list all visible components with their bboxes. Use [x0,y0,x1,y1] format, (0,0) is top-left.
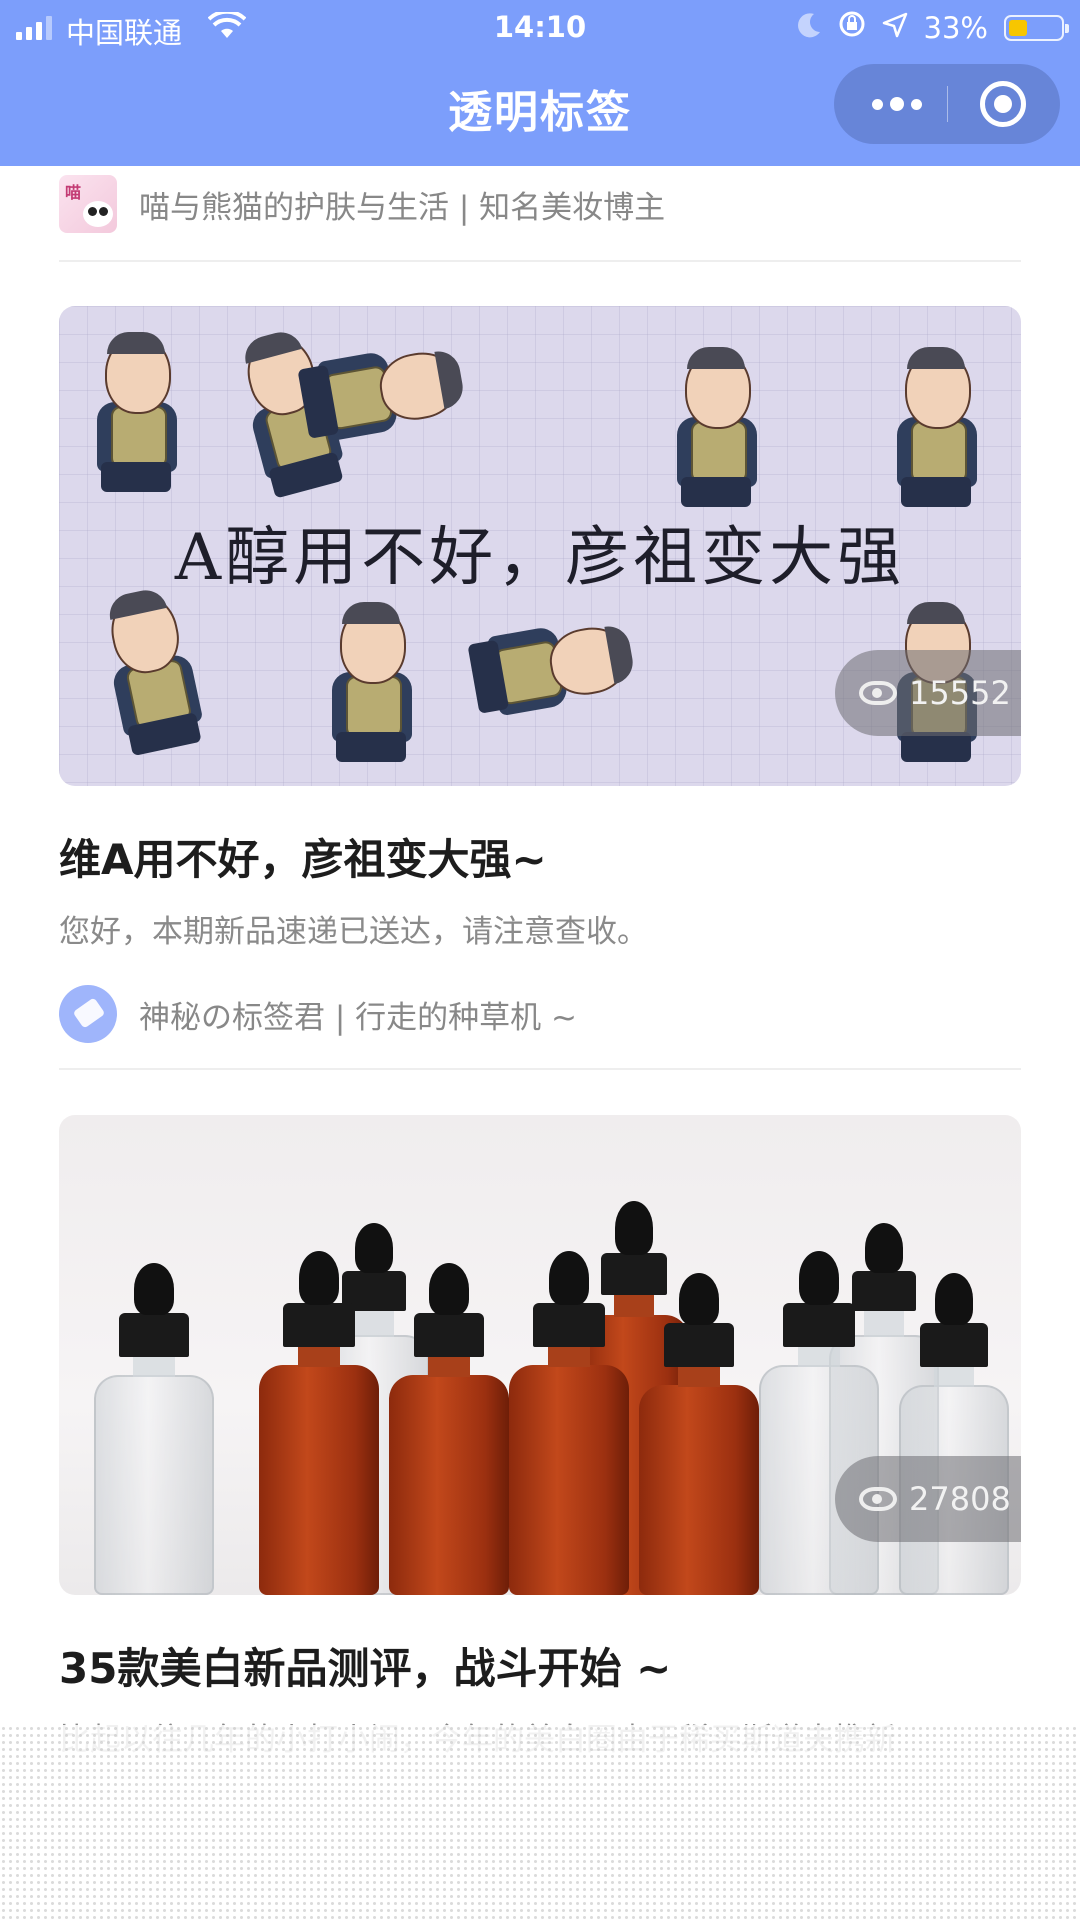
mini-program-capsule [834,64,1060,144]
more-options-button[interactable] [862,64,932,144]
bottle [259,1245,379,1595]
divider [59,1068,1021,1070]
battery-percent: 33% [923,10,988,45]
bottle [509,1245,629,1595]
bottle [899,1265,1009,1595]
view-count: 15552 [909,674,1011,712]
battery-icon [1004,14,1069,41]
post-cover-image[interactable]: A醇用不好，彦祖变大强 15552 [59,306,1021,786]
post-cover-image[interactable]: 27808 [59,1115,1021,1595]
cover-caption: A醇用不好，彦祖变大强 [174,521,906,595]
bottle [759,1245,879,1595]
avatar: 喵 [59,175,117,233]
bottle [94,1255,214,1595]
post-author-row[interactable]: 神秘の标签君 | 行走的种草机 ~ [59,985,577,1043]
bottle [639,1265,759,1595]
top-bar: 中国联通 14:10 33% 透明标签 [0,0,1080,166]
avatar [59,985,117,1043]
tag-icon [72,997,106,1029]
bottle [389,1255,509,1595]
view-count-badge: 15552 [835,650,1021,736]
moon-icon [797,11,822,45]
view-count-badge: 27808 [835,1456,1021,1542]
status-bar: 中国联通 14:10 33% [0,0,1080,54]
eye-icon [859,681,897,705]
post-title[interactable]: 35款美白新品测评，战斗开始 ~ [59,1635,1021,1696]
location-arrow-icon [882,11,908,45]
bottom-fade-overlay [0,1725,1080,1920]
eye-icon [859,1487,897,1511]
post-summary: 您好，本期新品速递已送达，请注意查收。 [59,914,648,950]
author-name: 喵与熊猫的护肤与生活 | 知名美妆博主 [139,189,666,226]
divider [59,260,1021,262]
top-author-row[interactable]: 喵 喵与熊猫的护肤与生活 | 知名美妆博主 [59,175,665,233]
close-mini-program-button[interactable] [980,81,1026,127]
post-title[interactable]: 维A用不好，彦祖变大强~ [59,826,1021,887]
panda-icon [83,201,113,227]
orientation-lock-icon [838,10,866,45]
view-count: 27808 [909,1480,1011,1518]
author-name: 神秘の标签君 | 行走的种草机 ~ [139,999,577,1036]
